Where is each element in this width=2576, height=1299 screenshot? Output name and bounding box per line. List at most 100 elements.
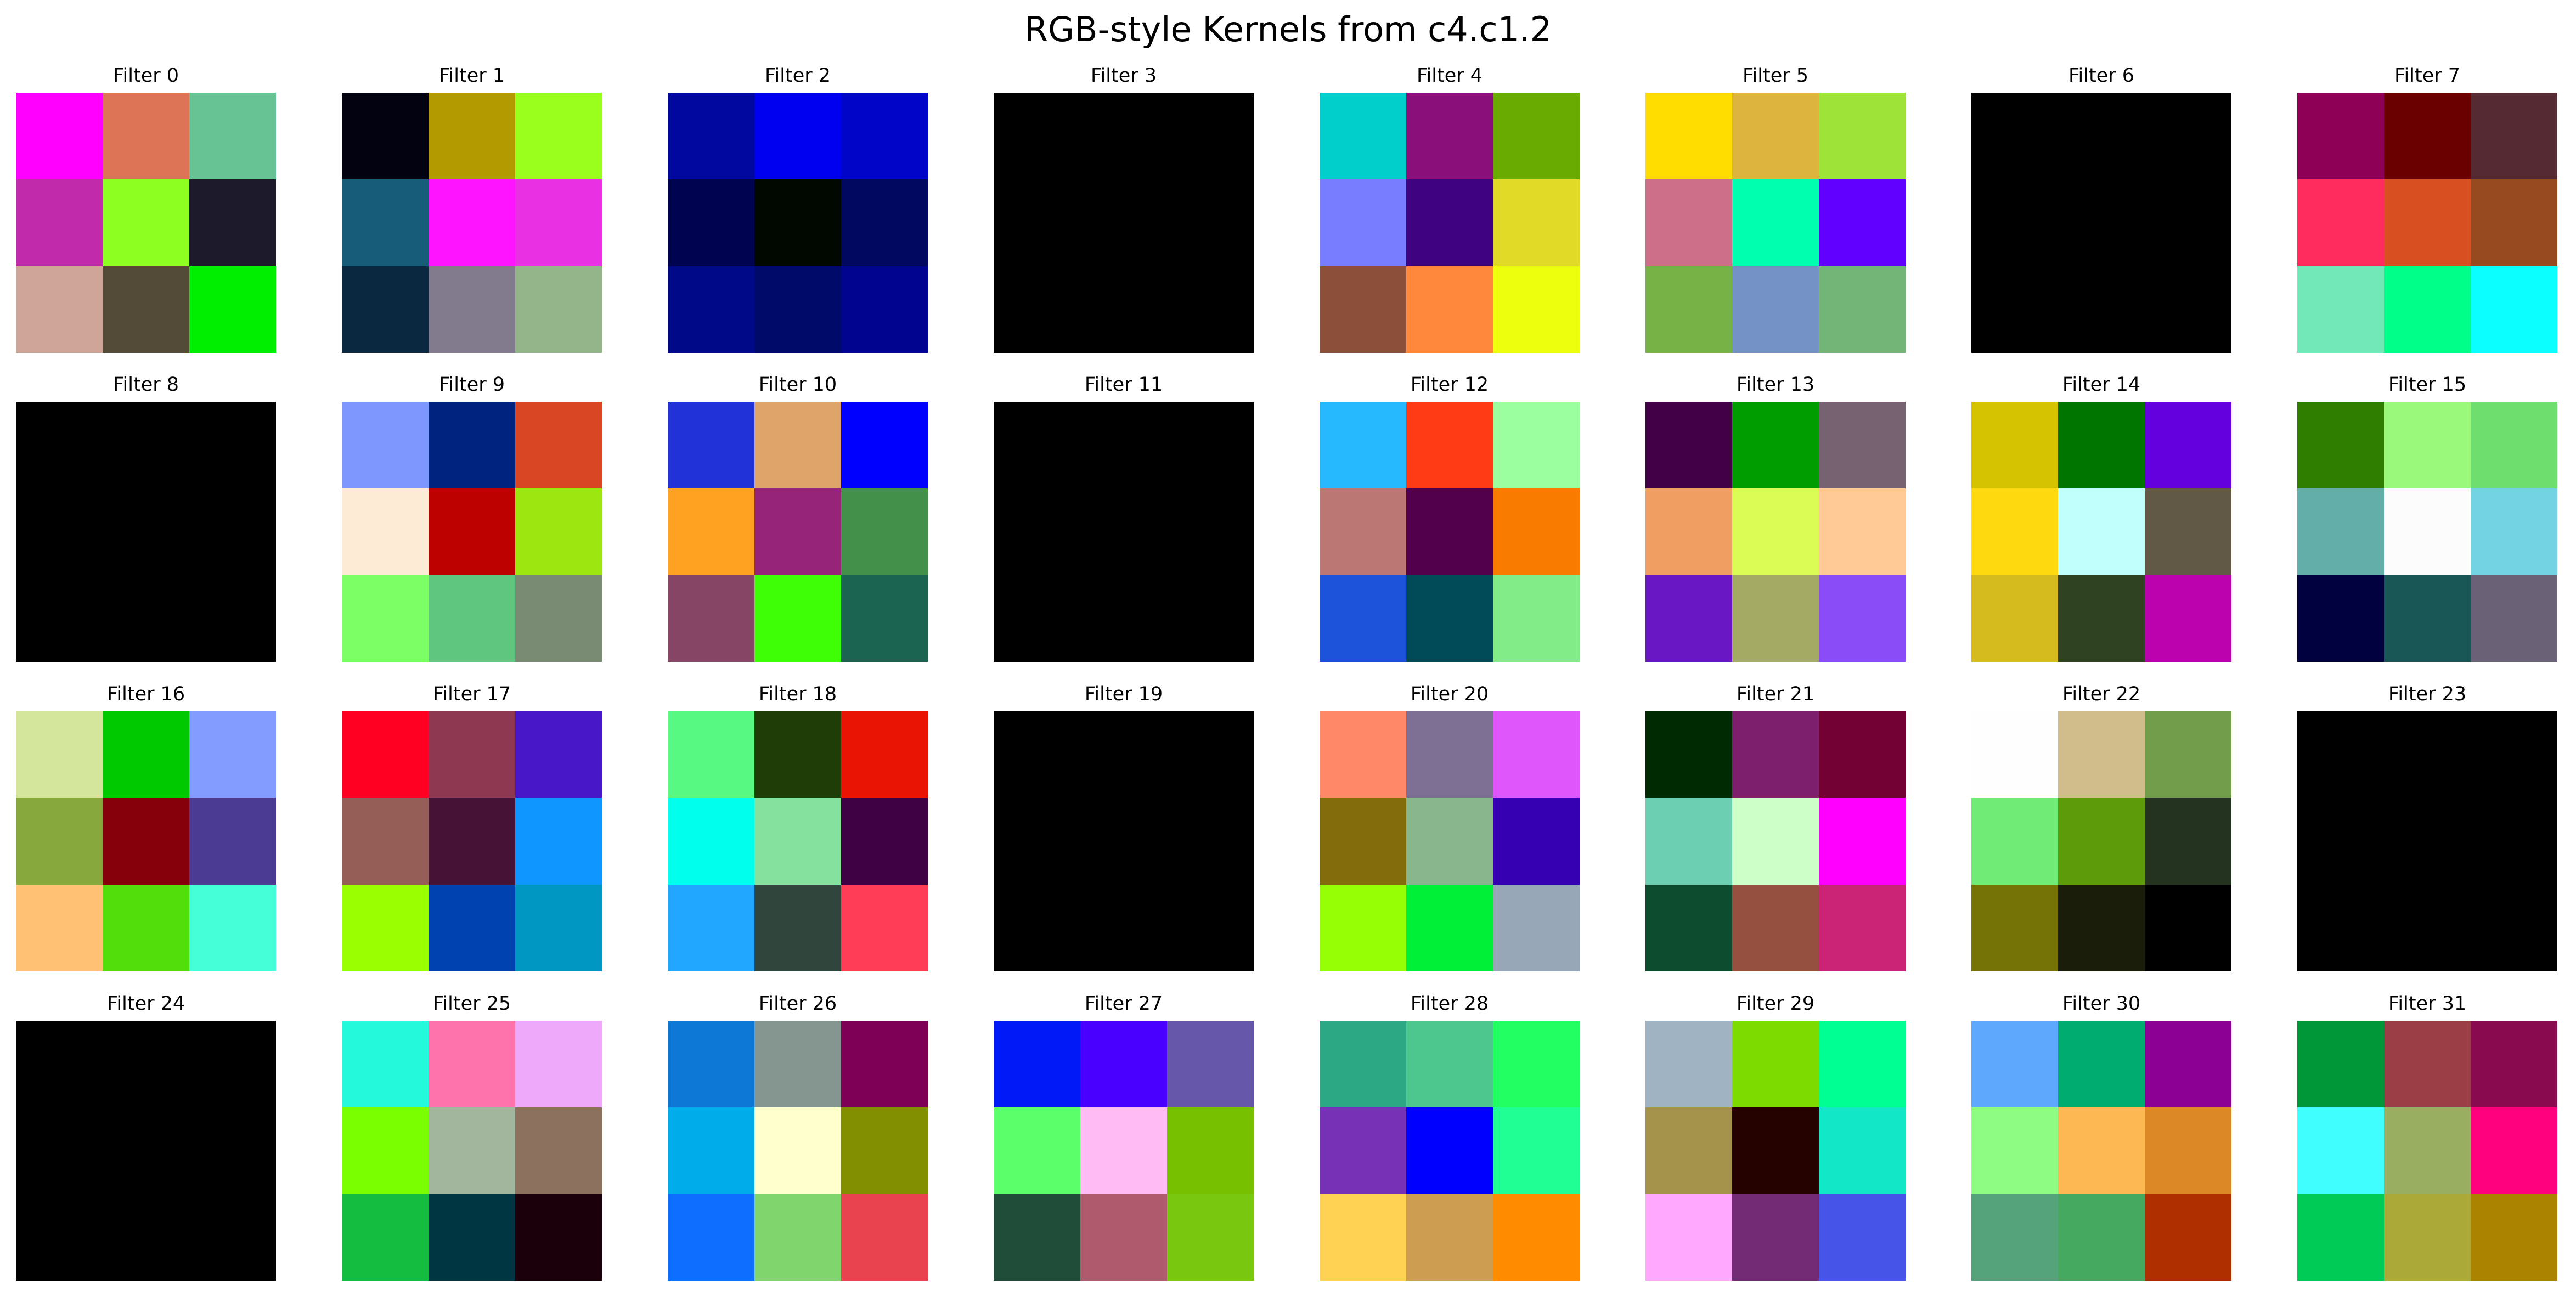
kernel-cell xyxy=(189,1107,276,1194)
kernel-cell xyxy=(2058,488,2145,575)
kernel-cell xyxy=(342,885,429,971)
kernel-cell xyxy=(668,1194,754,1281)
kernel-cell xyxy=(1971,488,2058,575)
kernel-cell xyxy=(994,1194,1080,1281)
filter-title: Filter 20 xyxy=(1410,683,1489,705)
kernel-cell xyxy=(16,885,103,971)
kernel-image xyxy=(342,402,602,662)
kernel-cell xyxy=(2058,93,2145,179)
kernel-cell xyxy=(1320,93,1406,179)
kernel-cell xyxy=(1971,1194,2058,1281)
kernel-cell xyxy=(2058,179,2145,266)
filter-title: Filter 18 xyxy=(758,683,837,705)
kernel-image xyxy=(16,402,276,662)
kernel-cell xyxy=(2384,266,2471,353)
kernel-cell xyxy=(429,488,515,575)
kernel-cell xyxy=(1493,885,1580,971)
kernel-cell xyxy=(1819,402,1906,488)
filter-title: Filter 23 xyxy=(2388,683,2467,705)
kernel-cell xyxy=(1167,1107,1254,1194)
filter-title: Filter 6 xyxy=(2068,65,2135,87)
kernel-cell xyxy=(2297,798,2384,885)
kernel-cell xyxy=(16,575,103,662)
kernel-cell xyxy=(668,1107,754,1194)
kernel-cell xyxy=(2384,711,2471,798)
kernel-image xyxy=(668,1021,928,1281)
kernel-cell xyxy=(841,1021,928,1107)
kernel-cell xyxy=(1819,711,1906,798)
kernel-cell xyxy=(2145,266,2231,353)
kernel-image xyxy=(2297,402,2557,662)
kernel-cell xyxy=(1493,1021,1580,1107)
kernel-cell xyxy=(841,93,928,179)
kernel-cell xyxy=(2384,885,2471,971)
kernel-cell xyxy=(1080,179,1167,266)
filter-title: Filter 28 xyxy=(1410,993,1489,1015)
kernel-image xyxy=(668,93,928,353)
kernel-image xyxy=(2297,711,2557,971)
kernel-cell xyxy=(1493,402,1580,488)
kernel-cell xyxy=(841,1107,928,1194)
kernel-cell xyxy=(429,1107,515,1194)
kernel-cell xyxy=(1080,402,1167,488)
kernel-cell xyxy=(2297,266,2384,353)
kernel-cell xyxy=(668,93,754,179)
kernel-cell xyxy=(1732,1021,1819,1107)
kernel-cell xyxy=(342,402,429,488)
kernel-cell xyxy=(1320,798,1406,885)
kernel-cell xyxy=(1732,1107,1819,1194)
kernel-cell xyxy=(1167,1021,1254,1107)
kernel-cell xyxy=(515,1021,602,1107)
kernel-cell xyxy=(2471,575,2557,662)
kernel-cell xyxy=(2384,402,2471,488)
kernel-cell xyxy=(1406,1194,1493,1281)
kernel-cell xyxy=(103,885,189,971)
kernel-cell xyxy=(1406,402,1493,488)
kernel-cell xyxy=(1732,885,1819,971)
kernel-cell xyxy=(2384,575,2471,662)
filter-title: Filter 1 xyxy=(438,65,505,87)
kernel-cell xyxy=(1645,885,1732,971)
kernel-cell xyxy=(16,402,103,488)
kernel-cell xyxy=(1320,402,1406,488)
kernel-cell xyxy=(2058,266,2145,353)
chart-title: RGB-style Kernels from c4.c1.2 xyxy=(1024,9,1552,49)
figure: RGB-style Kernels from c4.c1.2 Filter 0 F… xyxy=(0,0,2576,1299)
kernel-image xyxy=(2297,93,2557,353)
kernel-cell xyxy=(1819,93,1906,179)
kernel-cell xyxy=(2297,711,2384,798)
kernel-cell xyxy=(1406,266,1493,353)
kernel-cell xyxy=(2384,179,2471,266)
kernel-cell xyxy=(103,1194,189,1281)
kernel-cell xyxy=(994,93,1080,179)
kernel-cell xyxy=(16,1021,103,1107)
kernel-cell xyxy=(1819,1194,1906,1281)
kernel-image xyxy=(668,711,928,971)
kernel-image xyxy=(994,93,1254,353)
kernel-cell xyxy=(515,798,602,885)
kernel-cell xyxy=(103,402,189,488)
kernel-cell xyxy=(1971,575,2058,662)
kernel-cell xyxy=(1406,575,1493,662)
kernel-cell xyxy=(103,711,189,798)
kernel-cell xyxy=(668,798,754,885)
kernel-cell xyxy=(429,1194,515,1281)
kernel-cell xyxy=(2384,1107,2471,1194)
kernel-cell xyxy=(515,885,602,971)
kernel-cell xyxy=(2145,1021,2231,1107)
kernel-cell xyxy=(1819,575,1906,662)
kernel-cell xyxy=(2471,179,2557,266)
kernel-cell xyxy=(1645,179,1732,266)
kernel-cell xyxy=(103,1107,189,1194)
kernel-cell xyxy=(2058,1107,2145,1194)
kernel-cell xyxy=(1320,575,1406,662)
kernel-cell xyxy=(429,575,515,662)
kernel-cell xyxy=(342,266,429,353)
kernel-cell xyxy=(2145,885,2231,971)
kernel-cell xyxy=(754,266,841,353)
kernel-cell xyxy=(754,575,841,662)
kernel-cell xyxy=(2058,711,2145,798)
kernel-cell xyxy=(342,488,429,575)
kernel-cell xyxy=(342,1107,429,1194)
kernel-cell xyxy=(429,798,515,885)
